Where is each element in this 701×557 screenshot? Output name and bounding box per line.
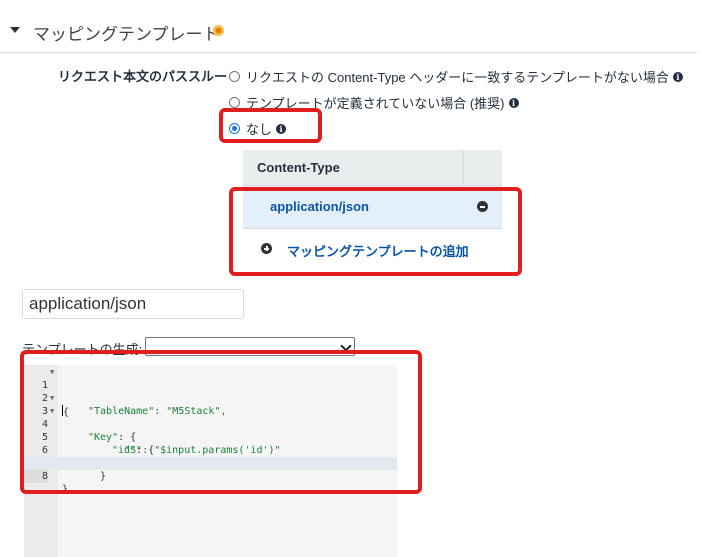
radio-no-match[interactable] <box>229 71 240 82</box>
radio-label: リクエストの Content-Type ヘッダーに一致するテンプレートがない場合 <box>246 70 669 85</box>
highlight-box-content-type <box>229 187 522 276</box>
content-type-column-header: Content-Type <box>257 160 340 175</box>
status-dot-icon <box>213 25 224 36</box>
content-type-input[interactable] <box>22 289 244 319</box>
passthrough-label: リクエスト本文のパススルー <box>58 69 228 84</box>
section-title[interactable]: マッピングテンプレート <box>33 20 220 45</box>
caret-down-icon[interactable] <box>10 27 20 33</box>
table-header-divider <box>463 150 464 185</box>
highlight-box-none-option <box>219 108 322 143</box>
highlight-box-editor <box>20 350 422 494</box>
info-icon[interactable]: i <box>508 97 519 108</box>
radio-no-template[interactable] <box>229 97 240 108</box>
passthrough-option-no-match[interactable]: リクエストの Content-Type ヘッダーに一致するテンプレートがない場合… <box>229 67 683 86</box>
info-icon[interactable]: i <box>672 71 683 82</box>
